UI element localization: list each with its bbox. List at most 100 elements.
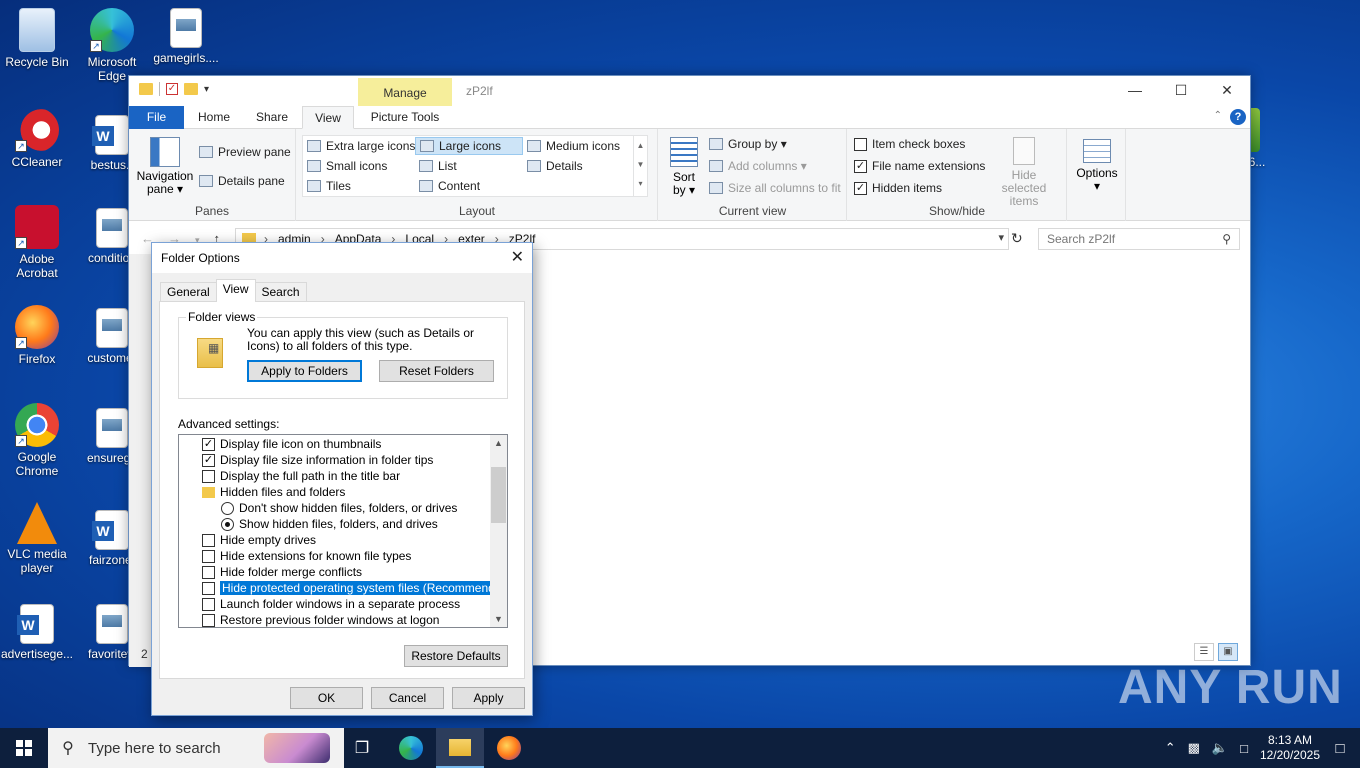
maximize-icon[interactable]: ☐	[1158, 76, 1204, 104]
desktop-icon-firefox[interactable]: ↗ Firefox	[0, 305, 74, 366]
radio-button[interactable]	[221, 501, 234, 515]
group-by-button[interactable]: Group by ▾	[709, 137, 787, 151]
taskbar-file-explorer[interactable]	[436, 728, 484, 768]
tab-manage[interactable]: Manage	[358, 78, 452, 106]
list-item[interactable]: Show hidden files, folders, and drives	[221, 516, 438, 532]
tab-file[interactable]: File	[129, 106, 184, 129]
network-icon[interactable]: □	[1240, 741, 1248, 756]
layout-extra-large-icons[interactable]: Extra large icons	[307, 139, 415, 153]
checkbox[interactable]	[202, 597, 215, 611]
scroll-down-icon[interactable]: ▼	[490, 611, 507, 627]
restore-defaults-button[interactable]: Restore Defaults	[404, 645, 508, 667]
layout-small-icons[interactable]: Small icons	[307, 159, 387, 173]
large-icons-view-icon[interactable]: ▣	[1218, 643, 1238, 661]
checkbox-checked[interactable]: ✓	[202, 453, 215, 467]
task-view-button[interactable]: ❐	[338, 728, 386, 768]
checkbox[interactable]	[202, 565, 215, 579]
search-input[interactable]: Search zP2lf ⚲	[1038, 228, 1240, 250]
hide-selected-items-button[interactable]: Hide selected items	[988, 137, 1060, 208]
tab-picture-tools[interactable]: Picture Tools	[361, 106, 449, 129]
layout-medium-icons[interactable]: Medium icons	[527, 139, 620, 153]
search-highlight-image[interactable]	[264, 733, 330, 763]
file-name-extensions-toggle[interactable]: ✓ File name extensions	[854, 159, 985, 173]
layout-scroll[interactable]: ▲ ▼ ▾	[633, 136, 647, 196]
sort-by-button[interactable]: Sort by ▾	[667, 137, 701, 197]
meet-now-icon[interactable]: ▩	[1188, 740, 1200, 756]
taskbar-search-input[interactable]: ⚲ Type here to search	[48, 728, 344, 768]
desktop-icon-adobe-acrobat[interactable]: ↗ Adobe Acrobat	[0, 205, 74, 280]
refresh-icon[interactable]: ↻	[1011, 230, 1023, 247]
item-check-boxes-toggle[interactable]: Item check boxes	[854, 137, 965, 151]
desktop-icon-edge[interactable]: ↗ Microsoft Edge	[75, 8, 149, 83]
checkbox[interactable]	[202, 549, 215, 563]
desktop-icon-vlc[interactable]: VLC media player	[0, 502, 74, 575]
details-view-icon[interactable]: ☰	[1194, 643, 1214, 661]
checkbox[interactable]	[202, 469, 215, 483]
add-columns-button[interactable]: Add columns ▾	[709, 159, 807, 173]
list-item[interactable]: Launch folder windows in a separate proc…	[202, 596, 460, 612]
list-item[interactable]: ✓ Display file icon on thumbnails	[202, 436, 381, 452]
layout-content[interactable]: Content	[419, 179, 480, 193]
cancel-button[interactable]: Cancel	[371, 687, 444, 709]
list-item[interactable]: Hide empty drives	[202, 532, 316, 548]
chevron-down-icon[interactable]: ▾	[998, 231, 1004, 244]
scroll-up-icon[interactable]: ▲	[490, 435, 507, 451]
close-icon[interactable]: ✕	[1204, 76, 1250, 104]
checkbox-checked[interactable]: ✓	[202, 437, 215, 451]
list-item[interactable]: Display the full path in the title bar	[202, 468, 400, 484]
properties-icon[interactable]: ✓	[166, 83, 178, 95]
desktop-icon-chrome[interactable]: ↗ Google Chrome	[0, 403, 74, 478]
list-item[interactable]: Restore previous folder windows at logon	[202, 612, 439, 627]
preview-pane-button[interactable]: Preview pane	[199, 145, 291, 159]
volume-icon[interactable]: 🔈	[1212, 740, 1228, 756]
checkbox[interactable]	[202, 533, 215, 547]
details-pane-button[interactable]: Details pane	[199, 174, 285, 188]
apply-to-folders-button[interactable]: Apply to Folders	[247, 360, 362, 382]
ok-button[interactable]: OK	[290, 687, 363, 709]
layout-tiles[interactable]: Tiles	[307, 179, 351, 193]
size-columns-button[interactable]: Size all columns to fit	[709, 181, 841, 195]
reset-folders-button[interactable]: Reset Folders	[379, 360, 494, 382]
checkbox[interactable]	[202, 581, 215, 595]
list-item[interactable]: Hide folder merge conflicts	[202, 564, 362, 580]
options-button[interactable]: Options ▾	[1074, 139, 1120, 193]
radio-button-selected[interactable]	[221, 517, 234, 531]
tab-search[interactable]: Search	[254, 282, 307, 302]
hidden-items-toggle[interactable]: ✓ Hidden items	[854, 181, 942, 195]
navigation-pane-button[interactable]: Navigation pane ▾	[135, 137, 195, 196]
desktop-icon-recycle-bin[interactable]: Recycle Bin	[0, 8, 74, 69]
desktop-icon-gamegirls[interactable]: gamegirls....	[149, 8, 223, 65]
tab-home[interactable]: Home	[191, 106, 237, 129]
clock[interactable]: 8:13 AM 12/20/2025	[1260, 733, 1320, 763]
scrollbar-thumb[interactable]	[491, 467, 506, 523]
start-button[interactable]	[0, 728, 48, 768]
scrollbar[interactable]: ▲ ▼	[490, 435, 507, 627]
close-icon[interactable]: ✕	[511, 247, 524, 267]
list-item[interactable]: Hide extensions for known file types	[202, 548, 411, 564]
new-folder-icon[interactable]	[184, 83, 198, 95]
apply-button[interactable]: Apply	[452, 687, 525, 709]
navigation-pane[interactable]	[129, 254, 153, 667]
chevron-up-icon[interactable]: ⌃	[1165, 740, 1176, 756]
desktop-icon-advertisege[interactable]: W advertisege...	[0, 604, 74, 661]
tab-general[interactable]: General	[160, 282, 217, 302]
layout-list[interactable]: List	[419, 159, 457, 173]
help-icon[interactable]: ?	[1230, 109, 1246, 125]
checkbox-checked[interactable]: ✓	[854, 159, 867, 173]
checkbox[interactable]	[854, 137, 867, 151]
layout-details[interactable]: Details	[527, 159, 583, 173]
taskbar-firefox[interactable]	[485, 728, 533, 768]
taskbar-edge[interactable]	[387, 728, 435, 768]
minimize-icon[interactable]: —	[1112, 76, 1158, 104]
list-item-selected[interactable]: Hide protected operating system files (R…	[202, 580, 507, 596]
customize-qat-icon[interactable]: ▾	[204, 84, 209, 95]
desktop-icon-ccleaner[interactable]: ↗ CCleaner	[0, 108, 74, 169]
tab-view[interactable]: View	[302, 106, 354, 129]
list-item[interactable]: ✓ Display file size information in folder…	[202, 452, 433, 468]
layout-large-icons[interactable]: Large icons	[415, 137, 523, 155]
checkbox[interactable]	[202, 613, 215, 627]
checkbox-checked[interactable]: ✓	[854, 181, 867, 195]
tab-share[interactable]: Share	[247, 106, 297, 129]
list-item[interactable]: Don't show hidden files, folders, or dri…	[221, 500, 457, 516]
collapse-ribbon-icon[interactable]: ⌃	[1214, 110, 1222, 121]
